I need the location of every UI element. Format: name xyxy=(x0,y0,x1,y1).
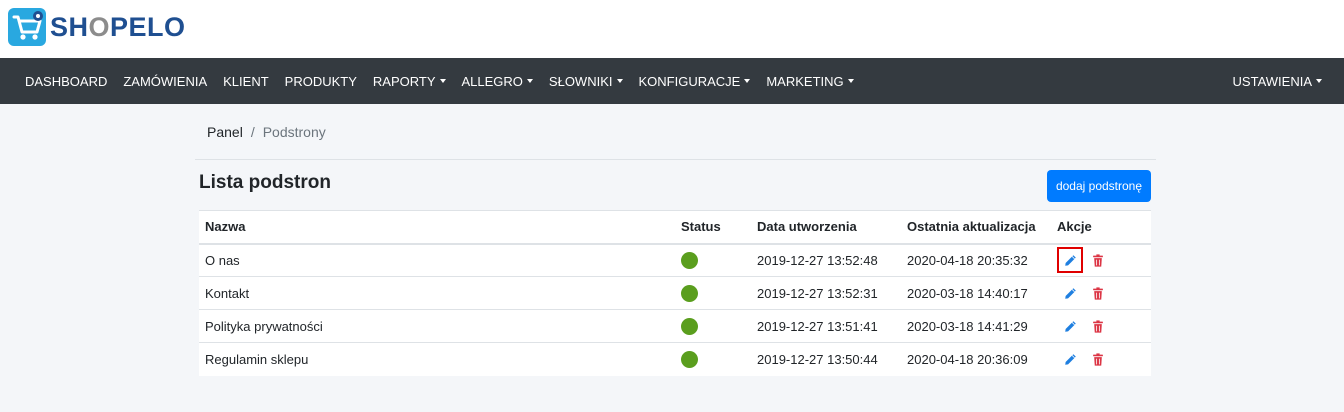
nav-item-konfiguracje[interactable]: KONFIGURACJE xyxy=(631,74,759,89)
delete-button[interactable] xyxy=(1087,315,1109,337)
nav-item-produkty[interactable]: PRODUKTY xyxy=(277,74,365,89)
nav-item-label: KONFIGURACJE xyxy=(638,73,741,89)
cell-name: Regulamin sklepu xyxy=(199,342,675,376)
status-active-indicator xyxy=(681,350,698,368)
trash-icon xyxy=(1092,353,1104,366)
edit-button[interactable] xyxy=(1059,315,1081,337)
header-actions: Akcje xyxy=(1051,210,1151,245)
pencil-icon xyxy=(1064,254,1077,267)
nav-item-label: ZAMÓWIENIA xyxy=(123,73,208,89)
top-header: SHOPELO xyxy=(0,0,1344,58)
breadcrumb-separator: / xyxy=(250,123,255,140)
nav-item-marketing[interactable]: MARKETING xyxy=(758,74,861,89)
nav-item-label: MARKETING xyxy=(766,73,844,89)
header-created[interactable]: Data utworzenia xyxy=(751,210,901,245)
nav-item-label: PRODUKTY xyxy=(284,73,357,89)
trash-icon xyxy=(1092,254,1104,267)
cell-actions xyxy=(1051,342,1151,376)
trash-icon xyxy=(1092,319,1104,333)
nav-item-dashboard[interactable]: DASHBOARD xyxy=(17,74,115,89)
nav-item-label: KLIENT xyxy=(223,73,269,89)
cell-actions xyxy=(1051,309,1151,343)
header-status[interactable]: Status xyxy=(675,210,751,245)
subpages-table: Nazwa Status Data utworzenia Ostatnia ak… xyxy=(199,210,1151,376)
cell-created: 2019-12-27 13:52:31 xyxy=(751,276,901,310)
cell-status xyxy=(675,276,751,310)
breadcrumb-panel-link[interactable]: Panel xyxy=(207,124,243,140)
cell-updated: 2020-04-18 20:35:32 xyxy=(901,243,1051,277)
cell-updated: 2020-03-18 14:40:17 xyxy=(901,276,1051,310)
nav-item-label: USTAWIENIA xyxy=(1232,73,1312,89)
breadcrumb: Panel / Podstrony xyxy=(195,104,1156,160)
nav-item-label: RAPORTY xyxy=(372,73,436,89)
cell-created: 2019-12-27 13:52:48 xyxy=(751,243,901,277)
header-name[interactable]: Nazwa xyxy=(199,210,675,245)
pencil-icon xyxy=(1064,287,1077,300)
table-row: O nas 2019-12-27 13:52:48 2020-04-18 20:35… xyxy=(199,243,1151,277)
breadcrumb-current: Podstrony xyxy=(262,123,326,140)
cell-created: 2019-12-27 13:51:41 xyxy=(751,309,901,343)
trash-icon xyxy=(1092,286,1104,300)
cell-actions xyxy=(1051,276,1151,310)
pencil-icon xyxy=(1064,353,1077,366)
edit-button[interactable] xyxy=(1059,282,1081,304)
table-row: Kontakt 2019-12-27 13:52:31 2020-03-18 14:… xyxy=(199,276,1151,310)
add-subpage-button[interactable]: dodaj podstronę xyxy=(1047,170,1151,202)
edit-button[interactable] xyxy=(1059,348,1081,370)
cell-status xyxy=(675,243,751,277)
cell-status xyxy=(675,342,751,376)
cell-created: 2019-12-27 13:50:44 xyxy=(751,342,901,376)
page-header: Lista podstron dodaj podstronę xyxy=(195,160,1156,210)
cell-updated: 2020-04-18 20:36:09 xyxy=(901,342,1051,376)
edit-button[interactable] xyxy=(1057,247,1083,274)
delete-button[interactable] xyxy=(1087,282,1109,304)
pencil-icon xyxy=(1064,320,1077,333)
nav-item-label: DASHBOARD xyxy=(25,73,108,89)
brand-logo[interactable]: SHOPELO xyxy=(8,8,186,46)
delete-button[interactable] xyxy=(1087,348,1109,370)
nav-item-allegro[interactable]: ALLEGRO xyxy=(454,74,541,89)
nav-item-label: SŁOWNIKI xyxy=(548,73,613,89)
nav-menu: DASHBOARD ZAMÓWIENIA KLIENT PRODUKTY RAPORTY… xyxy=(0,74,862,89)
nav-item-raporty[interactable]: RAPORTY xyxy=(365,74,454,89)
cell-status xyxy=(675,309,751,343)
cell-name: Polityka prywatności xyxy=(199,309,675,343)
cell-actions xyxy=(1051,243,1151,277)
status-active-indicator xyxy=(681,251,698,269)
delete-button[interactable] xyxy=(1087,249,1109,271)
cart-icon xyxy=(8,8,46,46)
caret-down-icon xyxy=(1316,79,1322,83)
nav-item-zamówienia[interactable]: ZAMÓWIENIA xyxy=(115,74,215,89)
caret-down-icon xyxy=(616,79,623,83)
cell-name: O nas xyxy=(199,243,675,277)
main-content: Panel / Podstrony Lista podstron dodaj p… xyxy=(195,104,1156,210)
nav-item-słowniki[interactable]: SŁOWNIKI xyxy=(541,74,631,89)
caret-down-icon xyxy=(526,79,533,83)
table-row: Regulamin sklepu 2019-12-27 13:50:44 2020-… xyxy=(199,342,1151,376)
main-navbar: DASHBOARD ZAMÓWIENIA KLIENT PRODUKTY RAPORTY… xyxy=(0,58,1344,104)
page-title: Lista podstron xyxy=(199,172,331,193)
status-active-indicator xyxy=(681,284,698,302)
cell-name: Kontakt xyxy=(199,276,675,310)
status-active-indicator xyxy=(681,317,698,335)
nav-item-label: ALLEGRO xyxy=(461,73,523,89)
caret-down-icon xyxy=(439,79,446,83)
caret-down-icon xyxy=(847,79,854,83)
table-header-row: Nazwa Status Data utworzenia Ostatnia ak… xyxy=(199,210,1151,245)
nav-item-settings[interactable]: USTAWIENIA xyxy=(1225,74,1330,89)
caret-down-icon xyxy=(744,79,751,83)
nav-item-klient[interactable]: KLIENT xyxy=(215,74,277,89)
cell-updated: 2020-03-18 14:41:29 xyxy=(901,309,1051,343)
header-updated[interactable]: Ostatnia aktualizacja xyxy=(901,210,1051,245)
table-row: Polityka prywatności 2019-12-27 13:51:41 2… xyxy=(199,309,1151,343)
brand-name: SHOPELO xyxy=(50,11,186,42)
